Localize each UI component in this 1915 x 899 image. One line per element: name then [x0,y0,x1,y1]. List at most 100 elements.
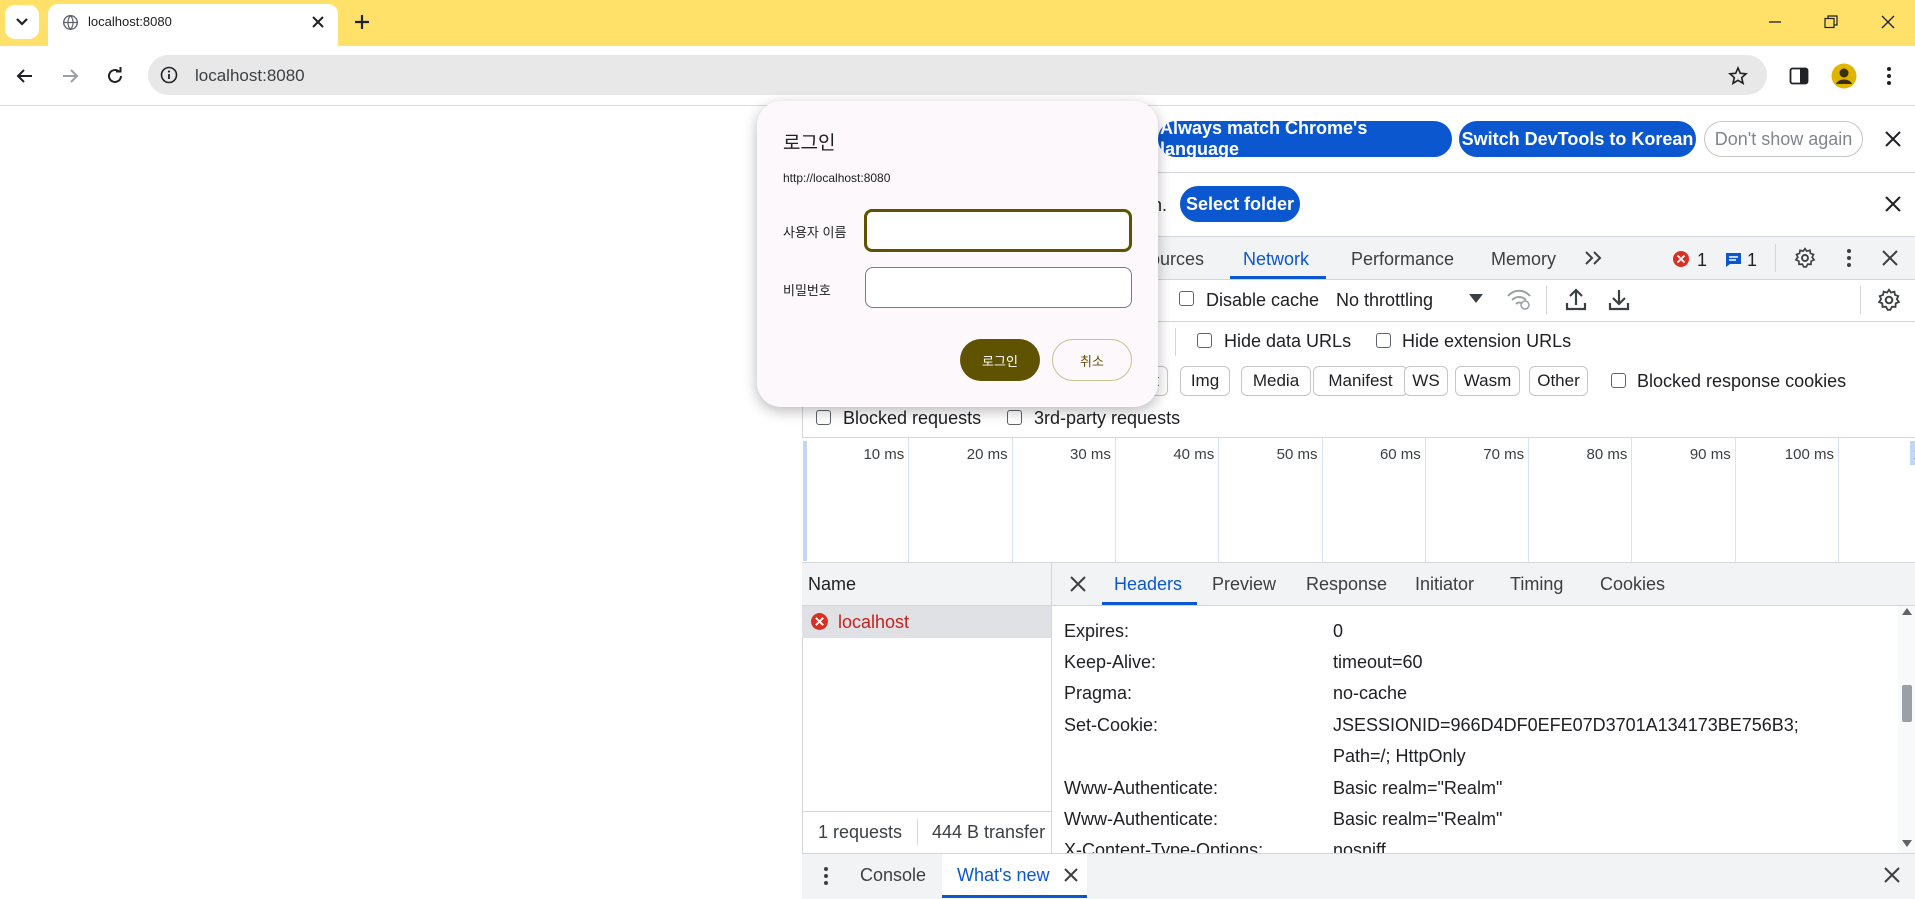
timeline-handle-left[interactable] [803,441,807,561]
window-close-button[interactable] [1868,8,1908,36]
message-badge-icon[interactable] [1725,252,1742,268]
disable-cache-checkbox[interactable] [1179,291,1194,306]
drawer-tab-whats-new[interactable]: What's new [957,865,1049,886]
timeline-tick-label: 90 ms [1689,446,1731,463]
close-drawer-button[interactable] [1874,857,1910,893]
network-conditions-icon[interactable] [1506,287,1532,311]
dont-show-again-button[interactable]: Don't show again [1704,121,1863,157]
side-panel-button[interactable] [1781,58,1817,94]
devtools-close-button[interactable] [1872,240,1908,276]
close-detail-button[interactable] [1060,566,1096,602]
scrollbar-thumb[interactable] [1902,685,1912,722]
header-name: Expires: [1064,621,1130,641]
timeline-tick-label: 50 ms [1276,446,1318,463]
select-folder-button[interactable]: Select folder [1180,186,1300,222]
devtools-settings-button[interactable] [1787,240,1823,276]
scroll-up-arrow-icon[interactable] [1902,608,1912,615]
header-name: Pragma: [1064,683,1133,703]
address-bar[interactable] [148,55,1767,95]
tab-network[interactable]: Network [1243,249,1309,270]
more-tabs-button[interactable] [1576,240,1612,276]
back-button[interactable] [7,58,43,94]
tab-memory[interactable]: Memory [1491,249,1556,270]
timeline-tick-label: 80 ms [1586,446,1628,463]
divider [1860,286,1861,314]
header-name: X-Content-Type-Options: [1064,840,1264,853]
always-match-language-button[interactable]: Always match Chrome's language [1158,118,1452,159]
hide-extension-urls-label: Hide extension URLs [1402,331,1572,351]
third-party-requests-checkbox[interactable] [1007,410,1022,425]
timeline-gridline [1114,438,1116,562]
gear-icon [1794,247,1816,268]
tab-title: localhost:8080 [88,14,172,29]
browser-menu-button[interactable] [1871,58,1907,94]
login-button[interactable]: 로그인 [960,339,1040,381]
more-vert-icon [824,867,828,885]
tab-sources[interactable]: ources [1150,249,1204,270]
detail-tab-headers[interactable]: Headers [1114,574,1182,595]
close-icon [1885,131,1901,147]
username-label: 사용자 이름 [783,225,847,240]
filter-media-button[interactable]: Media [1241,366,1311,396]
tab-performance[interactable]: Performance [1351,249,1454,270]
devtools-menu-button[interactable] [1831,240,1867,276]
timeline-gridline [1011,438,1013,562]
close-whats-new-tab-button[interactable] [1053,857,1089,893]
language-banner-close-button[interactable] [1875,121,1911,157]
profile-button[interactable] [1826,58,1862,94]
minimize-button[interactable] [1755,8,1795,36]
filter-ws-button[interactable]: WS [1404,366,1448,396]
divider [917,819,918,845]
detail-tab-cookies[interactable]: Cookies [1600,574,1665,595]
hide-data-urls-checkbox[interactable] [1197,333,1212,348]
import-har-icon[interactable] [1565,287,1587,311]
chevron-down-icon [16,18,28,26]
detail-tab-preview[interactable]: Preview [1212,574,1276,595]
blocked-response-cookies-label: Blocked response cookies [1637,371,1847,391]
workspace-banner-close-button[interactable] [1875,186,1911,222]
more-vert-icon [1887,67,1891,85]
blocked-requests-checkbox[interactable] [816,410,831,425]
restore-button[interactable] [1811,8,1851,36]
timeline-tick-label: 20 ms [966,446,1008,463]
request-name[interactable]: localhost [838,612,909,633]
bookmark-button[interactable] [1720,58,1756,94]
scroll-down-arrow-icon[interactable] [1902,840,1912,847]
column-name-header[interactable]: Name [808,574,856,595]
username-input[interactable] [864,209,1132,252]
detail-tab-initiator[interactable]: Initiator [1415,574,1474,595]
side-panel-icon [1789,67,1809,85]
forward-button[interactable] [52,58,88,94]
filter-img-button[interactable]: Img [1180,366,1230,396]
tab-close-button[interactable] [303,7,333,37]
new-tab-button[interactable] [345,5,379,39]
detail-tab-response[interactable]: Response [1306,574,1387,595]
url-text[interactable]: localhost:8080 [195,66,305,86]
filter-wasm-button[interactable]: Wasm [1455,366,1520,396]
timeline-tick-label: 10 ms [863,446,905,463]
hide-extension-urls-checkbox[interactable] [1376,333,1391,348]
site-info-icon[interactable] [160,66,178,84]
reload-button[interactable] [97,58,133,94]
password-input[interactable] [865,267,1132,308]
headers-scrollbar[interactable] [1898,606,1915,853]
filter-manifest-button[interactable]: Manifest [1313,366,1408,396]
drawer-tab-console[interactable]: Console [860,865,926,886]
error-icon [810,612,829,631]
message-count: 1 [1747,250,1758,270]
switch-to-korean-button[interactable]: Switch DevTools to Korean [1459,121,1696,157]
tab-search-button[interactable] [5,5,39,39]
throttling-select[interactable]: No throttling [1336,290,1433,311]
network-settings-gear-icon[interactable] [1877,288,1901,312]
drawer-menu-button[interactable] [808,858,844,894]
close-icon [1885,196,1901,212]
filter-other-button[interactable]: Other [1529,366,1588,396]
close-icon [312,16,324,28]
cancel-button[interactable]: 취소 [1052,339,1132,381]
error-badge-icon[interactable] [1672,250,1690,268]
detail-tab-timing[interactable]: Timing [1510,574,1563,595]
active-tab-indicator [942,895,1087,898]
export-har-icon[interactable] [1608,287,1630,311]
header-value-continued: Path=/; HttpOnly [1333,746,1466,766]
blocked-response-cookies-checkbox[interactable] [1611,373,1626,388]
